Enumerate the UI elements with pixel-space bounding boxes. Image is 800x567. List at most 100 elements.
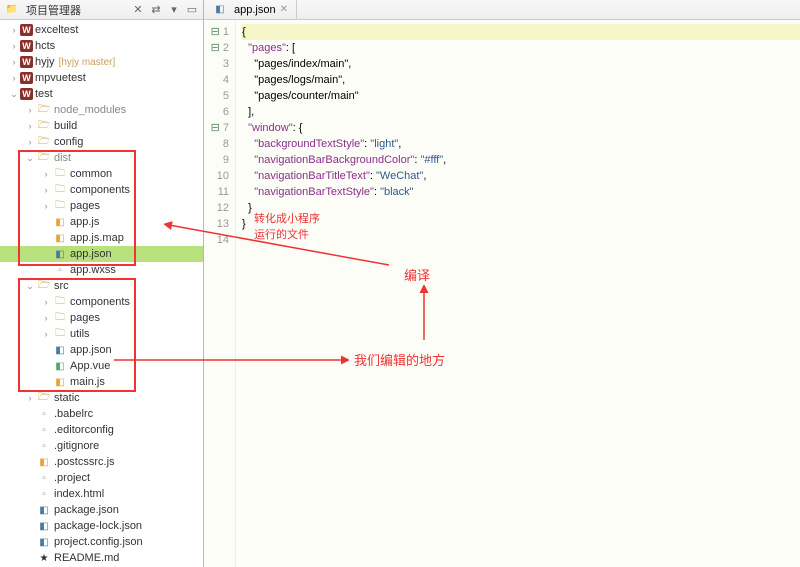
tree-label: main.js	[70, 376, 105, 388]
expand-icon[interactable]: ›	[24, 105, 36, 115]
tree-item-config[interactable]: ›🗁config	[0, 134, 203, 150]
expand-icon[interactable]: ›	[40, 169, 52, 179]
expand-icon[interactable]: ›	[40, 329, 52, 339]
tree-label: .project	[54, 472, 90, 484]
tree-item-components[interactable]: ›🗀components	[0, 294, 203, 310]
tree-label: hcts	[35, 40, 55, 52]
expand-icon[interactable]: ›	[40, 185, 52, 195]
tree-label: app.wxss	[70, 264, 116, 276]
expand-icon[interactable]: ›	[24, 137, 36, 147]
tree-item-utils[interactable]: ›🗀utils	[0, 326, 203, 342]
tree-item-pages[interactable]: ›🗀pages	[0, 198, 203, 214]
tab-label: app.json	[234, 4, 276, 16]
expand-icon[interactable]: ›	[8, 41, 20, 51]
tree-label: app.json	[70, 248, 112, 260]
link-icon[interactable]: ⇄	[149, 3, 163, 17]
tree-item--editorconfig[interactable]: ▫.editorconfig	[0, 422, 203, 438]
close-icon[interactable]: ✕	[131, 3, 145, 17]
editor-tabs: ◧ app.json ✕	[204, 0, 800, 20]
tree-item-pages[interactable]: ›🗀pages	[0, 310, 203, 326]
tree-item-index-html[interactable]: ▫index.html	[0, 486, 203, 502]
tree-item-app-js-map[interactable]: ◧app.js.map	[0, 230, 203, 246]
code-area[interactable]: { "pages": [ "pages/index/main", "pages/…	[236, 20, 800, 567]
tree-label: components	[70, 296, 130, 308]
tree-label: static	[54, 392, 80, 404]
branch-info: [hyjy master]	[59, 57, 116, 68]
tree-item-exceltest[interactable]: ›Wexceltest	[0, 22, 203, 38]
tree-label: package-lock.json	[54, 520, 142, 532]
expand-icon[interactable]: ›	[40, 201, 52, 211]
tree-item-mpvuetest[interactable]: ›Wmpvuetest	[0, 70, 203, 86]
code-editor[interactable]: ⊟ 1⊟ 23456⊟ 7891011121314 { "pages": [ "…	[204, 20, 800, 567]
tree-item-build[interactable]: ›🗁build	[0, 118, 203, 134]
tree-item-src[interactable]: ⌄🗁src	[0, 278, 203, 294]
tree-label: hyjy	[35, 56, 55, 68]
tree-item--postcssrc-js[interactable]: ◧.postcssrc.js	[0, 454, 203, 470]
tree-label: package.json	[54, 504, 119, 516]
panel-header: 📁 项目管理器 ✕ ⇄ ▾ ▭	[0, 0, 203, 20]
tree-item-test[interactable]: ⌄Wtest	[0, 86, 203, 102]
tree-label: .postcssrc.js	[54, 456, 115, 468]
json-icon: ◧	[212, 3, 228, 17]
tree-label: src	[54, 280, 69, 292]
tree-label: .babelrc	[54, 408, 93, 420]
expand-icon[interactable]: ›	[24, 393, 36, 403]
expand-icon[interactable]: ›	[8, 57, 20, 67]
tree-label: exceltest	[35, 24, 78, 36]
panel-title: 项目管理器	[26, 2, 127, 18]
tree-item-common[interactable]: ›🗀common	[0, 166, 203, 182]
expand-icon[interactable]: ›	[8, 73, 20, 83]
tree-label: build	[54, 120, 77, 132]
tree-item-README-md[interactable]: ★README.md	[0, 550, 203, 566]
tree-item-project-config-json[interactable]: ◧project.config.json	[0, 534, 203, 550]
tree-item-app-wxss[interactable]: ▫app.wxss	[0, 262, 203, 278]
tree-item-node_modules[interactable]: ›🗁node_modules	[0, 102, 203, 118]
tree-label: config	[54, 136, 83, 148]
tree-item-components[interactable]: ›🗀components	[0, 182, 203, 198]
tree-item-app-json[interactable]: ◧app.json	[0, 342, 203, 358]
expand-icon[interactable]: ›	[40, 313, 52, 323]
tree-label: app.json	[70, 344, 112, 356]
tree-label: utils	[70, 328, 90, 340]
tree-item-app-json[interactable]: ◧app.json	[0, 246, 203, 262]
tree-label: app.js.map	[70, 232, 124, 244]
tree-label: project.config.json	[54, 536, 143, 548]
tab-app-json[interactable]: ◧ app.json ✕	[204, 0, 297, 19]
expand-icon[interactable]: ›	[40, 297, 52, 307]
tree-item-app-js[interactable]: ◧app.js	[0, 214, 203, 230]
line-numbers: ⊟ 1⊟ 23456⊟ 7891011121314	[204, 20, 236, 567]
tree-label: README.md	[54, 552, 119, 564]
tree-item-hyjy[interactable]: ›Whyjy[hyjy master]	[0, 54, 203, 70]
tree-label: components	[70, 184, 130, 196]
menu-icon[interactable]: ▾	[167, 3, 181, 17]
tree-label: pages	[70, 312, 100, 324]
project-icon: 📁	[4, 3, 20, 17]
tree-label: node_modules	[54, 104, 126, 116]
tree-item--gitignore[interactable]: ▫.gitignore	[0, 438, 203, 454]
file-tree[interactable]: ›Wexceltest›Whcts›Whyjy[hyjy master]›Wmp…	[0, 20, 203, 567]
tree-label: dist	[54, 152, 71, 164]
tree-item-package-lock-json[interactable]: ◧package-lock.json	[0, 518, 203, 534]
tree-label: common	[70, 168, 112, 180]
tree-item-package-json[interactable]: ◧package.json	[0, 502, 203, 518]
expand-icon[interactable]: ⌄	[24, 153, 36, 164]
tree-label: test	[35, 88, 53, 100]
minimize-icon[interactable]: ▭	[185, 3, 199, 17]
tree-item--babelrc[interactable]: ▫.babelrc	[0, 406, 203, 422]
tree-label: .gitignore	[54, 440, 99, 452]
tree-label: App.vue	[70, 360, 110, 372]
expand-icon[interactable]: ⌄	[24, 281, 36, 292]
close-icon[interactable]: ✕	[280, 4, 288, 15]
tree-item--project[interactable]: ▫.project	[0, 470, 203, 486]
tree-label: pages	[70, 200, 100, 212]
tree-item-dist[interactable]: ⌄🗁dist	[0, 150, 203, 166]
project-explorer-panel: 📁 项目管理器 ✕ ⇄ ▾ ▭ ›Wexceltest›Whcts›Whyjy[…	[0, 0, 204, 567]
tree-item-App-vue[interactable]: ◧App.vue	[0, 358, 203, 374]
expand-icon[interactable]: ›	[24, 121, 36, 131]
tree-item-hcts[interactable]: ›Whcts	[0, 38, 203, 54]
tree-item-main-js[interactable]: ◧main.js	[0, 374, 203, 390]
tree-label: app.js	[70, 216, 99, 228]
expand-icon[interactable]: ›	[8, 25, 20, 35]
expand-icon[interactable]: ⌄	[8, 89, 20, 100]
tree-item-static[interactable]: ›🗁static	[0, 390, 203, 406]
